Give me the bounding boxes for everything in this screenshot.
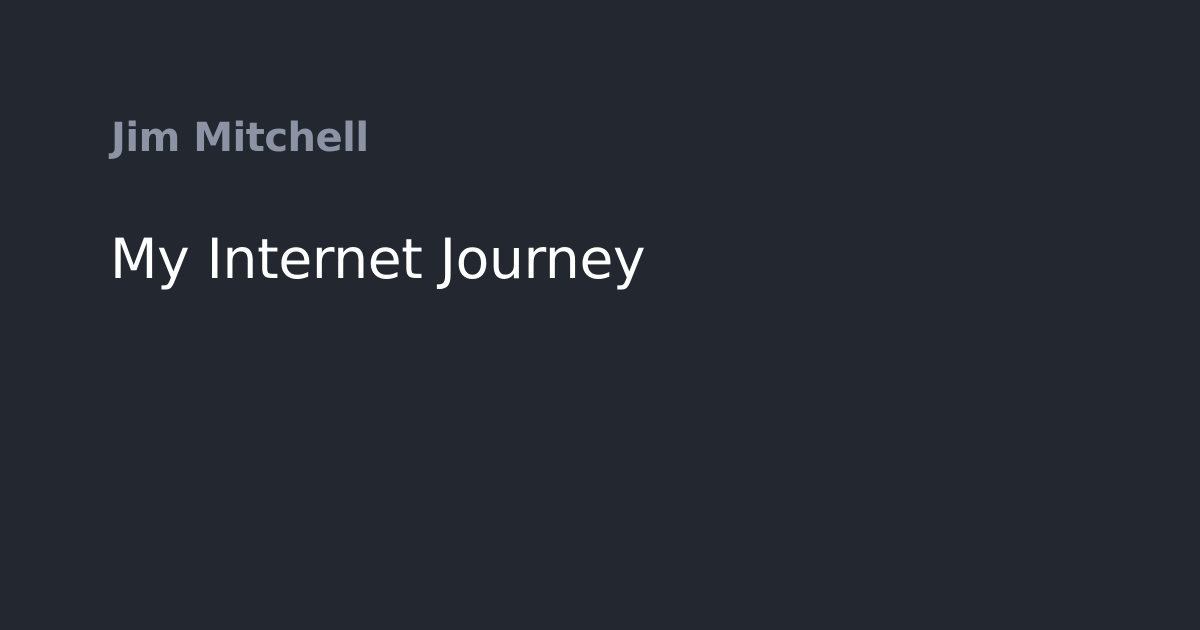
social-card: Jim Mitchell My Internet Journey bbox=[0, 0, 1200, 630]
page-title: My Internet Journey bbox=[110, 227, 646, 291]
author-name: Jim Mitchell bbox=[111, 115, 369, 161]
